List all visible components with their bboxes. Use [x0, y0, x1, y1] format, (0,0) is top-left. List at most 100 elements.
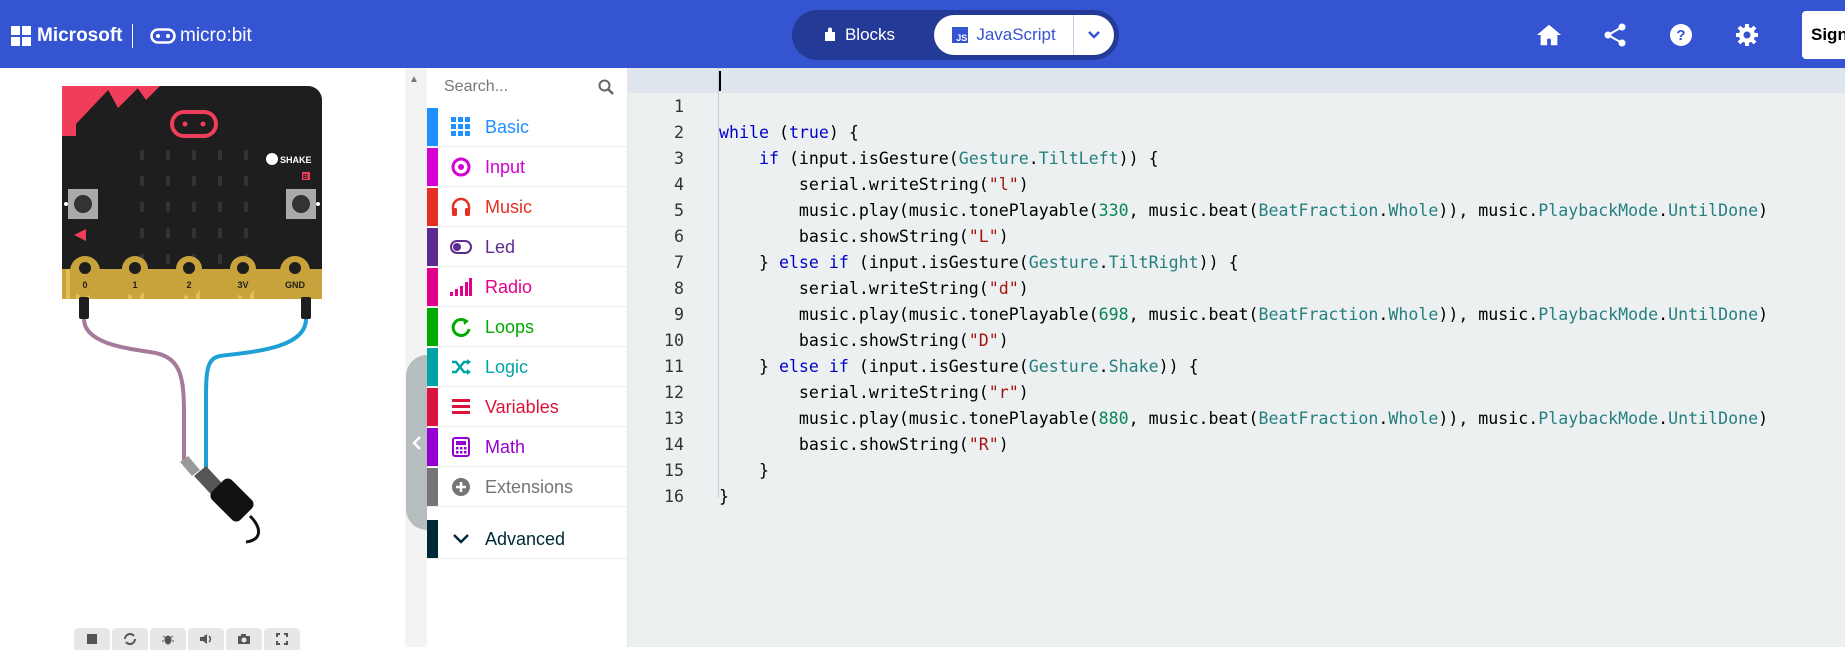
code-line[interactable]: 8 music.play(music.tonePlayable(698, mus…	[628, 250, 1845, 324]
category-label: Math	[485, 436, 526, 457]
category-label: Advanced	[485, 528, 566, 549]
category-basic[interactable]: Basic	[427, 108, 627, 147]
pin-0-label: 0	[82, 280, 87, 290]
svg-text:?: ?	[1676, 27, 1685, 44]
code-line[interactable]: 5 basic.showString("L")	[628, 172, 1845, 246]
pin-1-label: 1	[132, 280, 137, 290]
category-color-bar	[427, 388, 438, 426]
camera-icon	[238, 634, 250, 644]
category-music[interactable]: Music	[427, 188, 627, 227]
category-label: Extensions	[485, 476, 574, 497]
share-icon	[1604, 23, 1626, 47]
code-line[interactable]: 2 if (input.isGesture(Gesture.TiltLeft))…	[628, 94, 1845, 168]
loop-icon	[449, 315, 473, 339]
tab-blocks[interactable]: Blocks	[798, 15, 920, 55]
code-line[interactable]: 3 serial.writeString("l")	[628, 120, 1845, 194]
category-extensions[interactable]: Extensions	[427, 468, 627, 507]
code-line[interactable]: 4 music.play(music.tonePlayable(330, mus…	[628, 146, 1845, 220]
category-radio[interactable]: Radio	[427, 268, 627, 307]
category-logic[interactable]: Logic	[427, 348, 627, 387]
code-line[interactable]: 11 serial.writeString("r")	[628, 328, 1845, 402]
category-color-bar	[427, 308, 438, 346]
code-line[interactable]: 15 }	[628, 432, 1845, 506]
language-dropdown[interactable]	[1073, 15, 1114, 55]
tab-javascript-label: JavaScript	[976, 25, 1056, 44]
microbit-board[interactable]: SHAKE B 0 1 2 3V GND	[50, 84, 350, 544]
restart-icon	[124, 633, 136, 645]
button-b-label: B	[303, 174, 308, 181]
signal-bars-icon	[449, 275, 473, 299]
fullscreen-icon	[276, 633, 288, 645]
scroll-up-icon[interactable]: ▲	[409, 74, 419, 85]
shake-label: SHAKE	[280, 155, 312, 165]
category-math[interactable]: Math	[427, 428, 627, 467]
target-icon	[449, 155, 473, 179]
category-label: Basic	[485, 116, 530, 137]
headphones-icon	[449, 195, 473, 219]
category-color-bar	[427, 108, 438, 146]
code-line[interactable]: 13 basic.showString("R")	[628, 380, 1845, 454]
stop-icon	[87, 634, 97, 644]
collapse-simulator-button[interactable]	[406, 355, 427, 530]
code-line[interactable]: 1 while (true) {	[628, 68, 1845, 142]
home-icon	[1536, 24, 1562, 46]
category-color-bar	[427, 520, 438, 558]
code-line[interactable]: 12 music.play(music.tonePlayable(880, mu…	[628, 354, 1845, 428]
category-color-bar	[427, 188, 438, 226]
line-number: 16	[664, 487, 684, 506]
code-line[interactable]: 14 }	[628, 406, 1845, 480]
microbit-logo[interactable]: micro:bit	[150, 25, 252, 47]
chevron-down-icon	[449, 527, 473, 551]
category-label: Logic	[485, 356, 529, 377]
tab-javascript[interactable]: JS JavaScript	[934, 15, 1074, 55]
category-label: Input	[485, 156, 526, 177]
chevron-left-icon	[411, 435, 421, 450]
category-led[interactable]: Led	[427, 228, 627, 267]
code-line[interactable]: 9 basic.showString("D")	[628, 276, 1845, 350]
category-label: Loops	[485, 316, 535, 337]
code-line[interactable]: 16	[628, 458, 1845, 506]
category-label: Led	[485, 236, 516, 257]
simulator-panel: SHAKE B 0 1 2 3V GND	[0, 68, 405, 650]
toolbox-search	[427, 68, 627, 106]
code-editor[interactable]: 1 while (true) { 2 if (input.isGesture(G…	[628, 68, 1845, 647]
help-button[interactable]: ?	[1668, 22, 1694, 48]
category-loops[interactable]: Loops	[427, 308, 627, 347]
category-color-bar	[427, 268, 438, 306]
javascript-icon: JS	[952, 27, 969, 43]
home-button[interactable]	[1536, 22, 1562, 48]
code-text: }	[719, 487, 729, 506]
sign-in-button[interactable]: Sign	[1802, 11, 1845, 59]
calculator-icon	[449, 435, 473, 459]
top-bar: Microsoft micro:bit Blocks JS JavaScript…	[0, 0, 1845, 68]
settings-button[interactable]	[1734, 22, 1760, 48]
grid-icon	[449, 115, 473, 139]
code-line[interactable]: 7 serial.writeString("d")	[628, 224, 1845, 298]
category-input[interactable]: Input	[427, 148, 627, 187]
category-color-bar	[427, 148, 438, 186]
category-color-bar	[427, 348, 438, 386]
microsoft-logo[interactable]: Microsoft	[11, 25, 123, 47]
help-icon: ?	[1670, 24, 1692, 46]
share-button[interactable]	[1602, 22, 1628, 48]
editor-mode-switch: Blocks JS JavaScript	[792, 10, 1119, 60]
pin-3v-label: 3V	[237, 280, 248, 290]
code-line[interactable]: 6 } else if (input.isGesture(Gesture.Til…	[628, 198, 1845, 272]
header-divider	[132, 24, 133, 48]
puzzle-icon	[824, 27, 835, 41]
pin-2-label: 2	[186, 280, 191, 290]
volume-icon	[200, 634, 212, 644]
category-color-bar	[427, 228, 438, 266]
toolbox: Basic Input Music Led Radio Loops Logic …	[427, 68, 628, 647]
pin-gnd-label: GND	[285, 280, 306, 290]
toggle-icon	[449, 235, 473, 259]
gear-icon	[1736, 24, 1758, 46]
code-line[interactable]: 10 } else if (input.isGesture(Gesture.Sh…	[628, 302, 1845, 376]
microbit-icon	[150, 28, 176, 44]
list-icon	[449, 395, 473, 419]
search-input[interactable]	[442, 77, 596, 97]
category-variables[interactable]: Variables	[427, 388, 627, 427]
microbit-label: micro:bit	[180, 25, 252, 46]
search-icon[interactable]	[598, 79, 614, 95]
category-advanced[interactable]: Advanced	[427, 520, 627, 559]
